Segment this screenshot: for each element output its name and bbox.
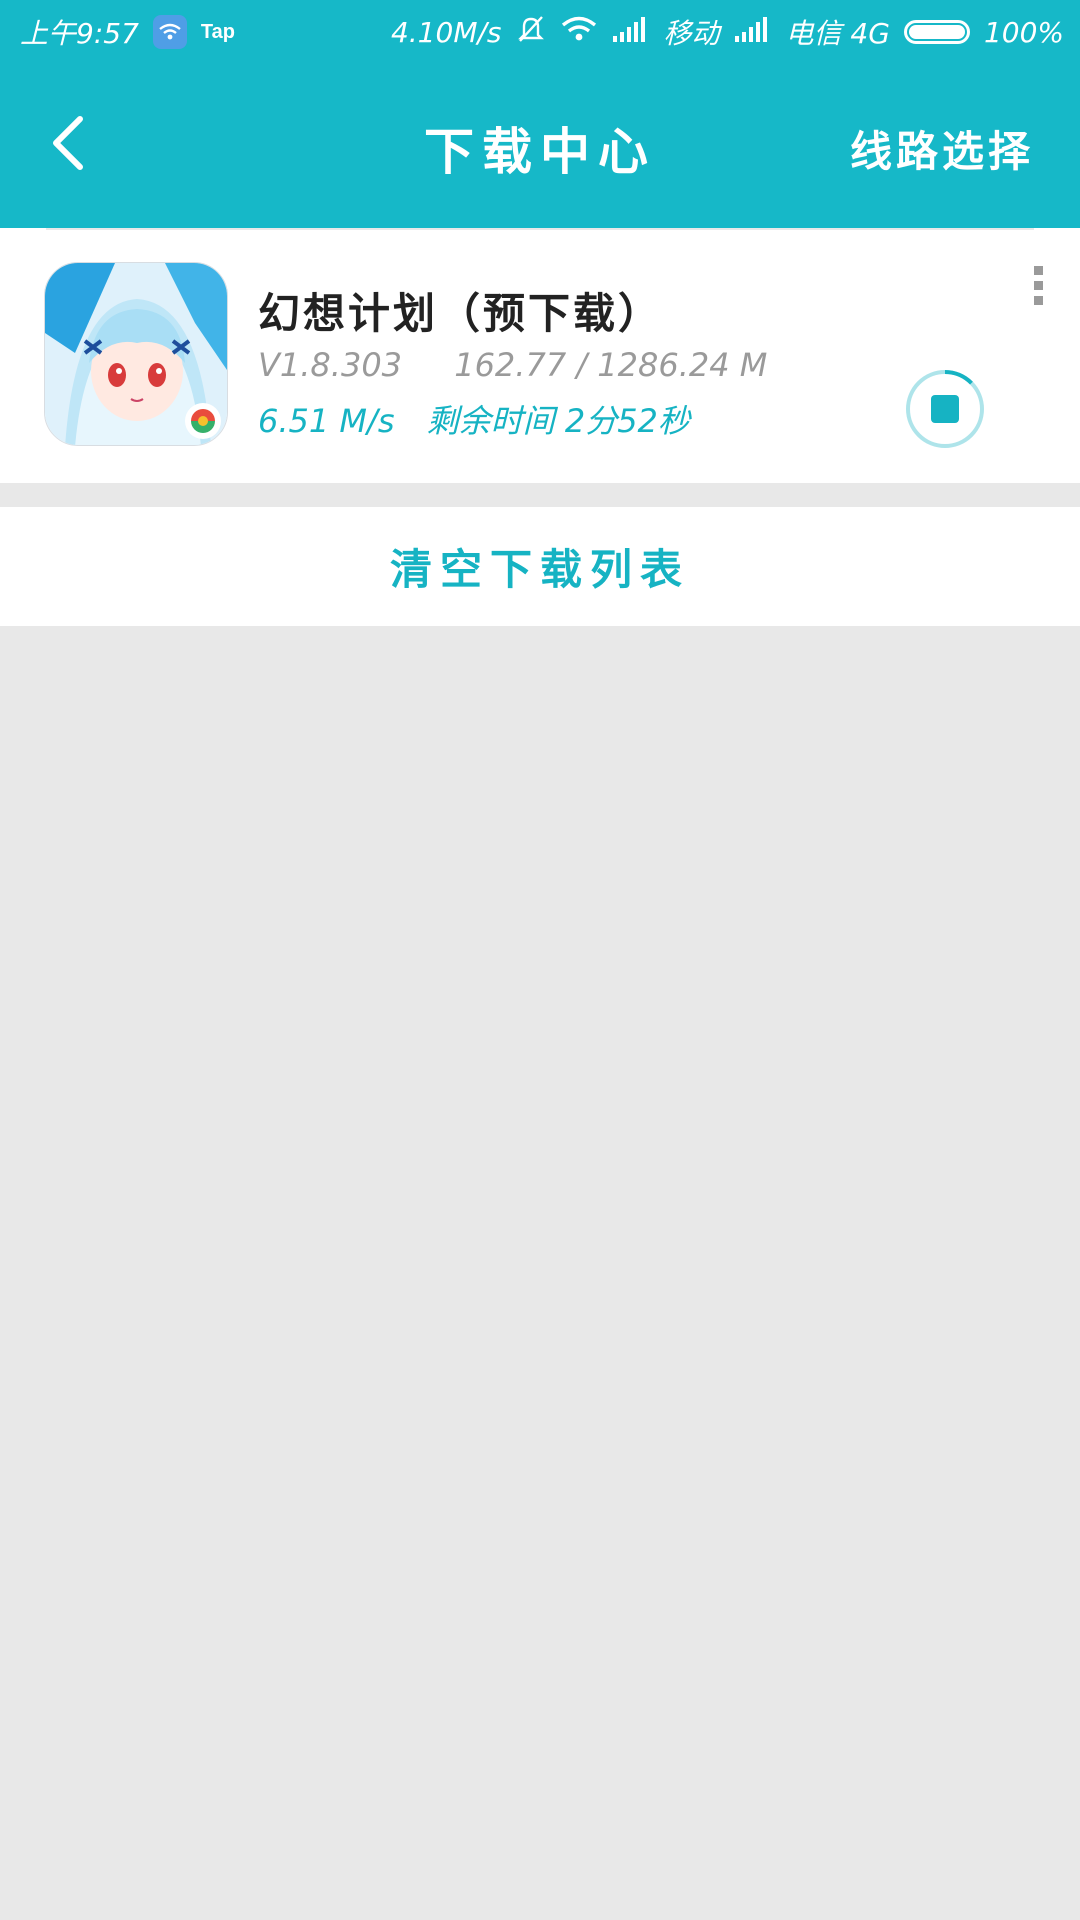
battery-level: 100% (983, 15, 1064, 49)
more-vertical-icon-dot (1033, 281, 1043, 290)
more-vertical-icon-dot (1033, 266, 1043, 275)
net-speed: 4.10M/s (390, 15, 502, 49)
anime-girl-app-icon (45, 263, 227, 445)
stop-icon (906, 370, 984, 448)
app-meta: V1.8.303 162.77 / 1286.24 M (258, 346, 767, 384)
more-vertical-icon-dot (1033, 296, 1043, 305)
battery-icon (903, 20, 970, 44)
signal-icon-1 (612, 16, 650, 49)
route-select-button[interactable]: 线路选择 (850, 118, 1034, 179)
signal-icon-2 (734, 16, 772, 49)
carrier-1: 移动 (663, 17, 720, 50)
divider (46, 228, 1034, 230)
status-time: 上午9:57 (20, 17, 139, 50)
tap-app-icon: Tap (200, 20, 235, 43)
download-item: 幻想计划（预下载） V1.8.303 162.77 / 1286.24 M 6.… (0, 228, 1080, 483)
app-icon[interactable] (44, 262, 228, 446)
clear-list-button[interactable]: 清空下载列表 (0, 507, 1080, 626)
clear-list-label: 清空下载列表 (389, 545, 690, 594)
wifi-app-icon (152, 15, 187, 49)
more-options-button[interactable] (1018, 266, 1058, 326)
stop-download-button[interactable] (904, 368, 986, 450)
download-status: 6.51 M/s 剩余时间 2分52秒 (258, 396, 690, 442)
app-name: 幻想计划（预下载） (258, 289, 664, 338)
download-size-progress: 162.77 / 1286.24 M (454, 346, 768, 384)
app-header: 上午9:57 Tap 4.10M/s 移动 电信 4G 100% 下载中心 线路… (0, 0, 1080, 228)
bell-muted-icon (516, 14, 546, 51)
app-version: V1.8.303 (258, 346, 403, 384)
download-speed: 6.51 M/s (258, 402, 395, 440)
time-remaining: 剩余时间 2分52秒 (426, 402, 690, 440)
status-bar: 上午9:57 Tap 4.10M/s 移动 电信 4G 100% (0, 0, 1080, 60)
carrier-2: 电信 4G (785, 17, 890, 50)
wifi-icon (560, 15, 598, 50)
